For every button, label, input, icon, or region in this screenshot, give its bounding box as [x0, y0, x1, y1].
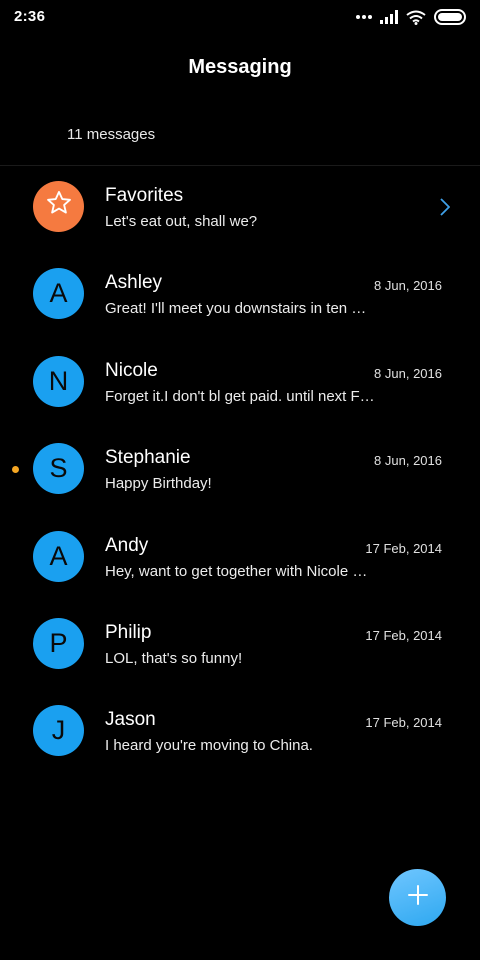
- avatar: A: [33, 268, 84, 320]
- new-message-button[interactable]: [389, 869, 446, 926]
- signal-icon: [380, 10, 398, 24]
- thread-date: 17 Feb, 2014: [365, 715, 442, 731]
- thread-name: Ashley: [105, 272, 163, 294]
- list-item[interactable]: A Andy 17 Feb, 2014 Hey, want to get tog…: [0, 516, 480, 603]
- thread-preview: LOL, that's so funny!: [105, 649, 243, 667]
- more-dots-icon: [356, 14, 372, 20]
- thread-preview: Great! I'll meet you downstairs in ten …: [105, 300, 367, 318]
- thread-date: 8 Jun, 2016: [374, 453, 442, 469]
- unread-dot: [12, 466, 19, 474]
- chevron-right-icon: [440, 198, 451, 221]
- list-item[interactable]: N Nicole 8 Jun, 2016 Forget it.I don't b…: [0, 341, 480, 428]
- list-item[interactable]: J Jason 17 Feb, 2014 I heard you're movi…: [0, 690, 480, 777]
- avatar: N: [33, 355, 84, 407]
- avatar: P: [33, 617, 84, 669]
- page-title: Messaging: [188, 56, 292, 78]
- thread-date: 8 Jun, 2016: [374, 278, 442, 294]
- avatar: A: [33, 530, 84, 582]
- favorites-avatar: [33, 181, 84, 232]
- list-item[interactable]: S Stephanie 8 Jun, 2016 Happy Birthday!: [0, 428, 480, 515]
- thread-preview: I heard you're moving to China.: [105, 737, 313, 755]
- conversation-list: Favorites Let's eat out, shall we? A Ash…: [0, 166, 480, 778]
- avatar: S: [33, 443, 84, 495]
- battery-icon: [434, 9, 466, 25]
- plus-icon: [407, 884, 429, 911]
- thread-preview: Let's eat out, shall we?: [105, 213, 258, 230]
- star-icon: [45, 189, 73, 224]
- wifi-icon: [406, 10, 426, 25]
- thread-date: 8 Jun, 2016: [374, 365, 442, 381]
- thread-name: Favorites: [105, 185, 184, 206]
- thread-name: Stephanie: [105, 447, 191, 469]
- thread-date: 17 Feb, 2014: [365, 627, 442, 643]
- list-item[interactable]: P Philip 17 Feb, 2014 LOL, that's so fun…: [0, 603, 480, 690]
- thread-preview: Hey, want to get together with Nicole …: [105, 562, 368, 580]
- thread-name: Andy: [105, 534, 149, 556]
- thread-date: 17 Feb, 2014: [365, 540, 442, 556]
- thread-preview: Forget it.I don't bl get paid. until nex…: [105, 387, 375, 405]
- thread-name: Philip: [105, 621, 152, 643]
- list-item[interactable]: A Ashley 8 Jun, 2016 Great! I'll meet yo…: [0, 253, 480, 340]
- favorites-row[interactable]: Favorites Let's eat out, shall we?: [0, 166, 480, 253]
- thread-name: Nicole: [105, 359, 158, 381]
- message-count: 11 messages: [67, 126, 156, 143]
- thread-preview: Happy Birthday!: [105, 475, 212, 493]
- thread-name: Jason: [105, 709, 156, 731]
- avatar: J: [33, 705, 84, 757]
- status-bar: 2:36: [0, 0, 480, 36]
- messaging-screen: 2:36 Messaging 11 messages Favorites Let…: [0, 0, 480, 960]
- status-time: 2:36: [14, 8, 46, 25]
- status-icons: [356, 9, 466, 25]
